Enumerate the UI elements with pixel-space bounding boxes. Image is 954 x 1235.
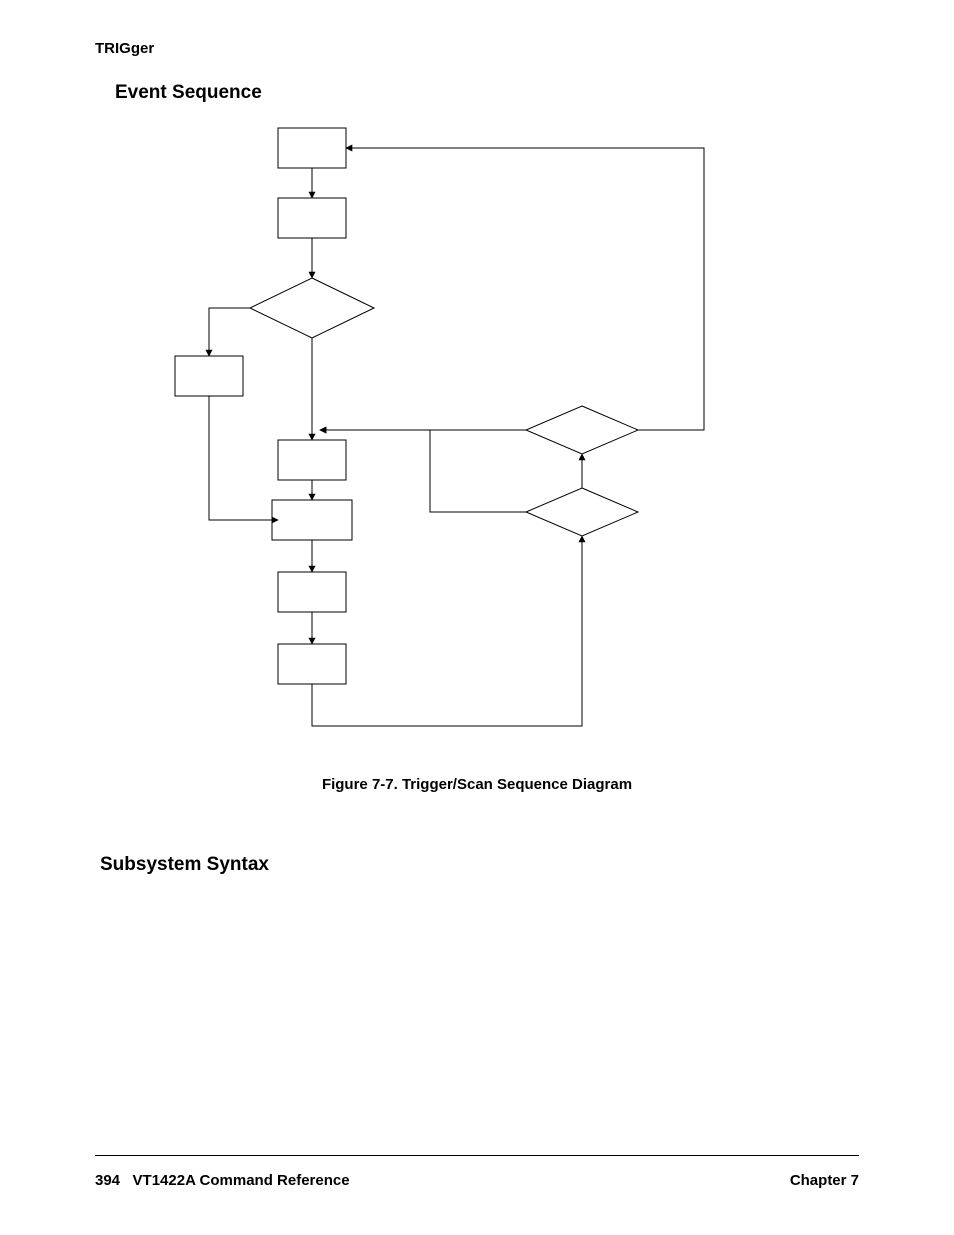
footer-left: 394 VT1422A Command Reference xyxy=(95,1172,350,1189)
section-title-subsystem-syntax: Subsystem Syntax xyxy=(100,854,269,876)
box-4 xyxy=(272,500,352,540)
doc-title: VT1422A Command Reference xyxy=(133,1172,350,1189)
trigger-scan-sequence-diagram xyxy=(0,0,954,770)
box-5 xyxy=(278,572,346,612)
box-left xyxy=(175,356,243,396)
decision-3 xyxy=(526,488,638,536)
box-1 xyxy=(278,128,346,168)
page: TRIGger Event Sequence xyxy=(0,0,954,1235)
footer-right: Chapter 7 xyxy=(790,1172,859,1189)
figure-caption: Figure 7-7. Trigger/Scan Sequence Diagra… xyxy=(0,776,954,793)
page-number: 394 xyxy=(95,1172,120,1189)
decision-2 xyxy=(526,406,638,454)
decision-1 xyxy=(250,278,374,338)
box-6 xyxy=(278,644,346,684)
box-2 xyxy=(278,198,346,238)
box-3 xyxy=(278,440,346,480)
footer-rule xyxy=(95,1155,859,1156)
